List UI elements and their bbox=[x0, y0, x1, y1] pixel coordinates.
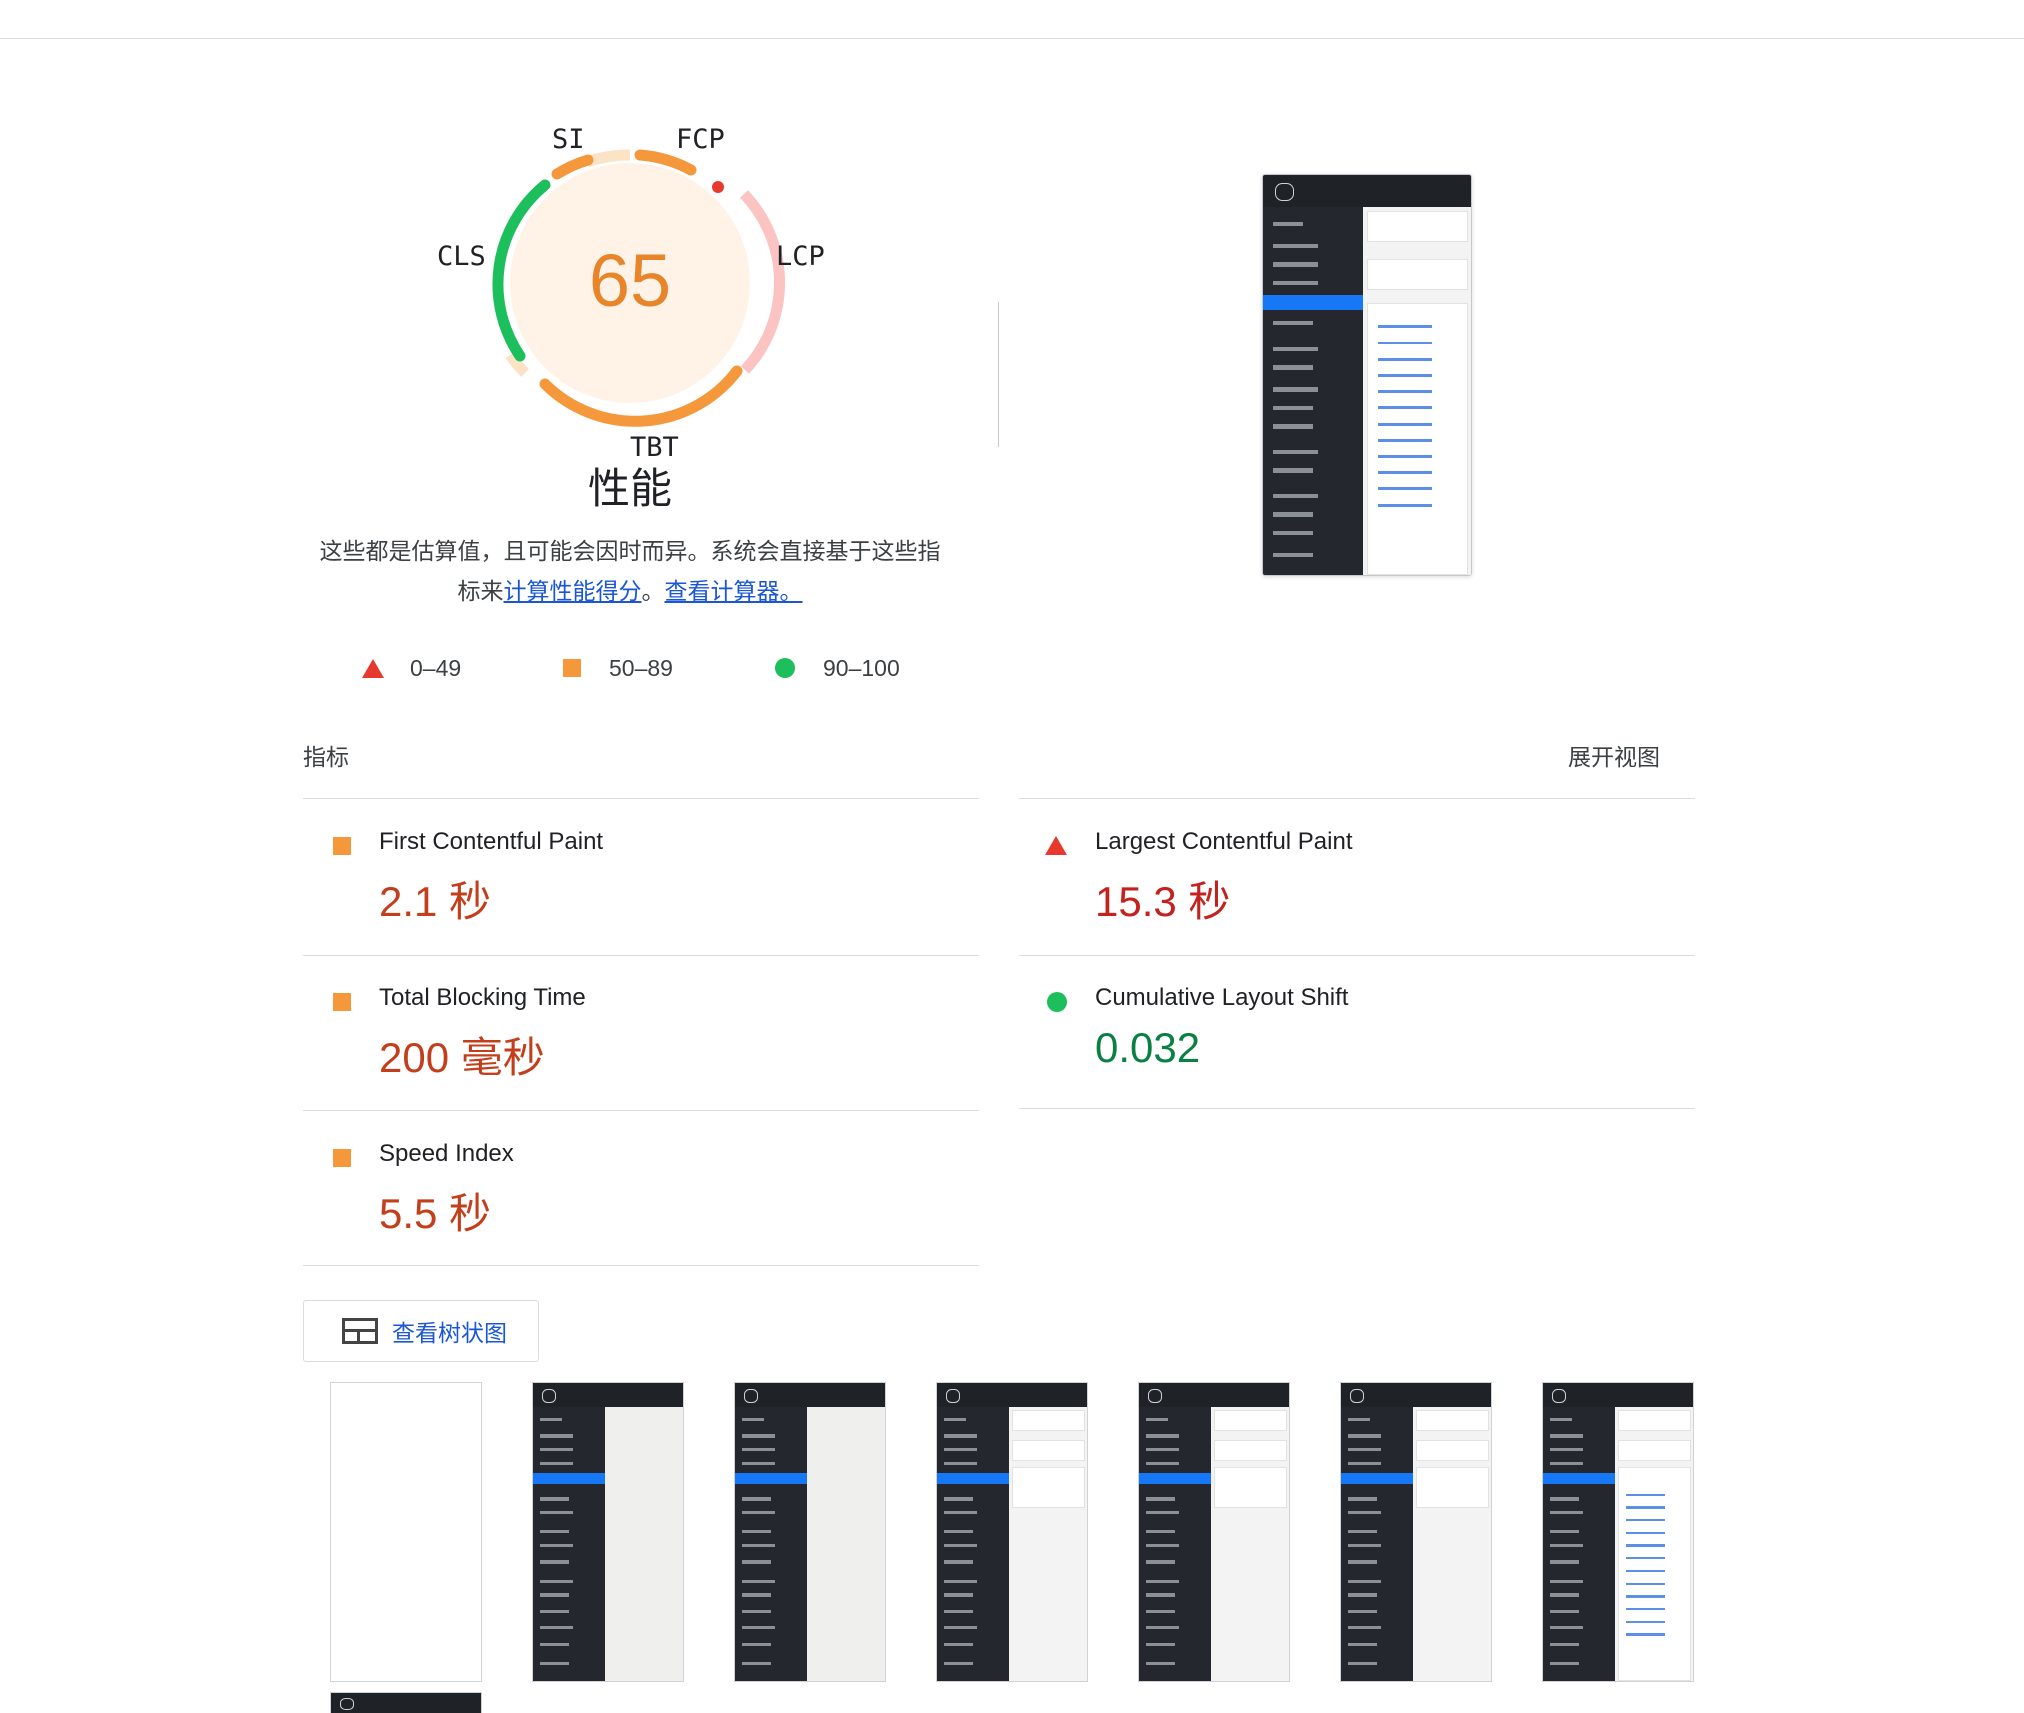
view-treemap-button[interactable]: 查看树状图 bbox=[303, 1300, 539, 1362]
treemap-button-label: 查看树状图 bbox=[392, 1321, 507, 1347]
gauge-ring bbox=[492, 149, 785, 427]
si-track bbox=[585, 149, 631, 168]
treemap-icon bbox=[342, 1318, 378, 1344]
metric-value: 2.1 秒 bbox=[379, 878, 492, 925]
view-calculator-link[interactable]: 查看计算器。 bbox=[665, 579, 803, 605]
metric-divider bbox=[303, 798, 979, 799]
final-screenshot[interactable] bbox=[1262, 174, 1472, 576]
calc-score-link[interactable]: 计算性能得分 bbox=[504, 579, 642, 605]
legend-pass: 90–100 bbox=[775, 650, 900, 686]
final-screenshot-image bbox=[1263, 175, 1471, 575]
metric-fcp: First Contentful Paint 2.1 秒 bbox=[303, 800, 979, 956]
metric-value: 15.3 秒 bbox=[1095, 878, 1231, 925]
square-icon bbox=[333, 1149, 351, 1167]
circle-icon bbox=[1047, 992, 1067, 1012]
square-icon bbox=[333, 837, 351, 855]
triangle-icon bbox=[1045, 836, 1067, 855]
gauge-title: 性能 bbox=[587, 464, 672, 513]
filmstrip-frame bbox=[734, 1382, 886, 1682]
metrics-title: 指标 bbox=[303, 745, 349, 771]
description-text: 这些都是估算值，且可能会因时而异。系统会直接基于这些指 bbox=[319, 539, 941, 565]
filmstrip-frame bbox=[330, 1382, 482, 1682]
metric-name: Total Blocking Time bbox=[379, 984, 586, 1011]
fcp-marker bbox=[712, 181, 724, 193]
filmstrip-frame bbox=[330, 1692, 482, 1713]
performance-score: 65 bbox=[588, 239, 672, 322]
metric-name: First Contentful Paint bbox=[379, 828, 604, 855]
metric-divider bbox=[1019, 1108, 1695, 1109]
expand-view-toggle[interactable]: 展开视图 bbox=[1568, 738, 1660, 772]
gauge-label-fcp: FCP bbox=[676, 124, 725, 155]
performance-gauge: SI FCP LCP CLS TBT 65 性能 bbox=[0, 0, 2024, 560]
description-text: 标来 bbox=[457, 579, 504, 605]
legend-range: 0–49 bbox=[410, 654, 462, 681]
circle-icon bbox=[775, 658, 795, 678]
metric-name: Largest Contentful Paint bbox=[1095, 828, 1353, 855]
filmstrip-frame bbox=[936, 1382, 1088, 1682]
square-icon bbox=[563, 659, 581, 677]
filmstrip-frame bbox=[1340, 1382, 1492, 1682]
metric-value: 200 毫秒 bbox=[379, 1034, 545, 1081]
metric-cls: Cumulative Layout Shift 0.032 bbox=[1019, 956, 1695, 1112]
metric-si: Speed Index 5.5 秒 bbox=[303, 1112, 979, 1268]
filmstrip-frame bbox=[1542, 1382, 1694, 1682]
gauge-label-lcp: LCP bbox=[776, 241, 825, 272]
mini-sidebar bbox=[1263, 207, 1363, 575]
mini-main bbox=[1362, 207, 1471, 575]
triangle-icon bbox=[362, 658, 384, 678]
gauge-label-si: SI bbox=[552, 124, 585, 155]
square-icon bbox=[333, 993, 351, 1011]
filmstrip-frame bbox=[532, 1382, 684, 1682]
metric-name: Speed Index bbox=[379, 1140, 514, 1167]
metric-name: Cumulative Layout Shift bbox=[1095, 984, 1349, 1011]
si-arc bbox=[551, 154, 594, 180]
legend-average: 50–89 bbox=[563, 650, 673, 686]
mini-topbar bbox=[1263, 175, 1471, 207]
metric-divider bbox=[1019, 798, 1695, 799]
legend-range: 90–100 bbox=[823, 654, 900, 681]
gauge-label-cls: CLS bbox=[437, 241, 486, 272]
metric-tbt: Total Blocking Time 200 毫秒 bbox=[303, 956, 979, 1112]
legend-fail: 0–49 bbox=[362, 650, 461, 686]
filmstrip-frame bbox=[1138, 1382, 1290, 1682]
description-text: 。 bbox=[641, 579, 665, 605]
metric-value: 0.032 bbox=[1095, 1024, 1201, 1071]
metric-divider bbox=[303, 1265, 979, 1266]
legend-range: 50–89 bbox=[609, 654, 673, 681]
vertical-divider bbox=[998, 302, 999, 447]
metric-lcp: Largest Contentful Paint 15.3 秒 bbox=[1019, 800, 1695, 956]
metric-value: 5.5 秒 bbox=[379, 1190, 492, 1237]
score-description: 这些都是估算值，且可能会因时而异。系统会直接基于这些指 标来计算性能得分。查看计… bbox=[300, 532, 960, 612]
metric-divider bbox=[303, 1110, 979, 1111]
